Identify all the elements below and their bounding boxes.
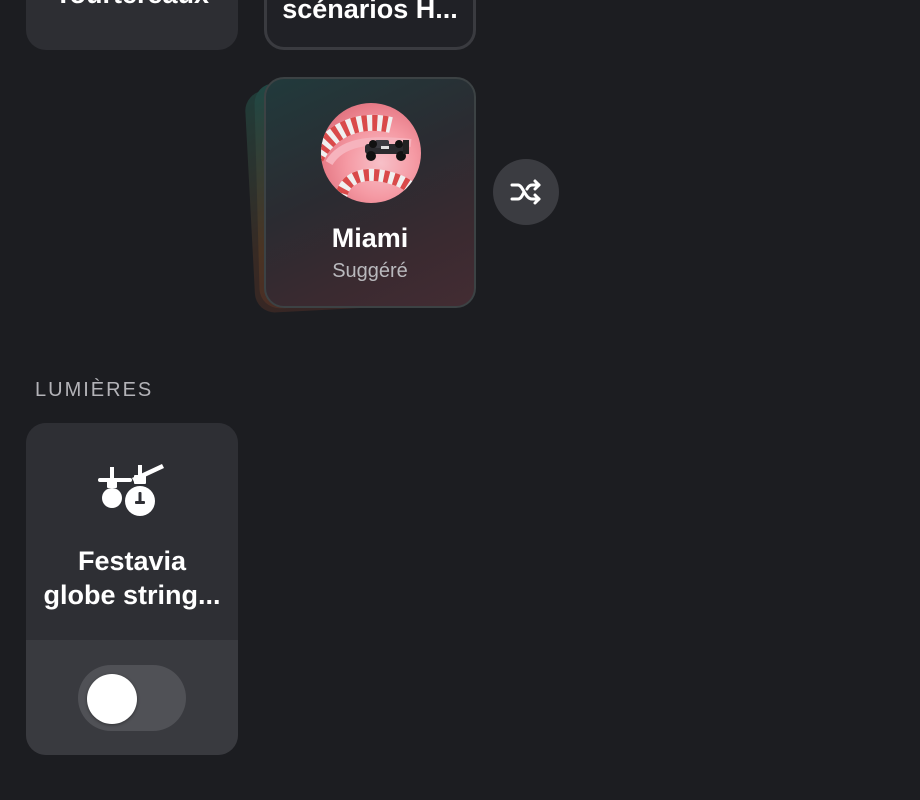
shuffle-button[interactable] xyxy=(493,159,559,225)
light-device-name: Festavia globe string... xyxy=(32,544,232,612)
light-device-info[interactable]: Festavia globe string... xyxy=(26,423,238,640)
scene-card-tourtereaux[interactable]: Tourtereaux xyxy=(26,0,238,50)
scene-card-label: scénarios H... xyxy=(282,0,458,24)
scene-card-label: Tourtereaux xyxy=(26,0,238,10)
shuffle-icon xyxy=(510,179,541,205)
home-screen: Tourtereaux scénarios H... xyxy=(0,0,920,800)
race-car-track-image xyxy=(321,103,421,203)
light-power-toggle[interactable] xyxy=(78,665,186,731)
section-heading-lights: LUMIÈRES xyxy=(35,379,154,401)
light-device-name-line1: Festavia xyxy=(77,546,187,576)
suggested-scene-subtitle: Suggéré xyxy=(332,260,408,282)
suggested-scene-card-miami[interactable]: Miami Suggéré xyxy=(264,77,476,308)
scene-card-scenarios[interactable]: scénarios H... xyxy=(264,0,476,50)
string-lights-icon xyxy=(98,464,164,516)
toggle-knob[interactable] xyxy=(87,674,137,724)
light-device-card[interactable]: Festavia globe string... xyxy=(26,423,238,755)
suggested-scene-title: Miami xyxy=(331,223,409,253)
light-device-name-line2: globe string... xyxy=(43,580,221,610)
